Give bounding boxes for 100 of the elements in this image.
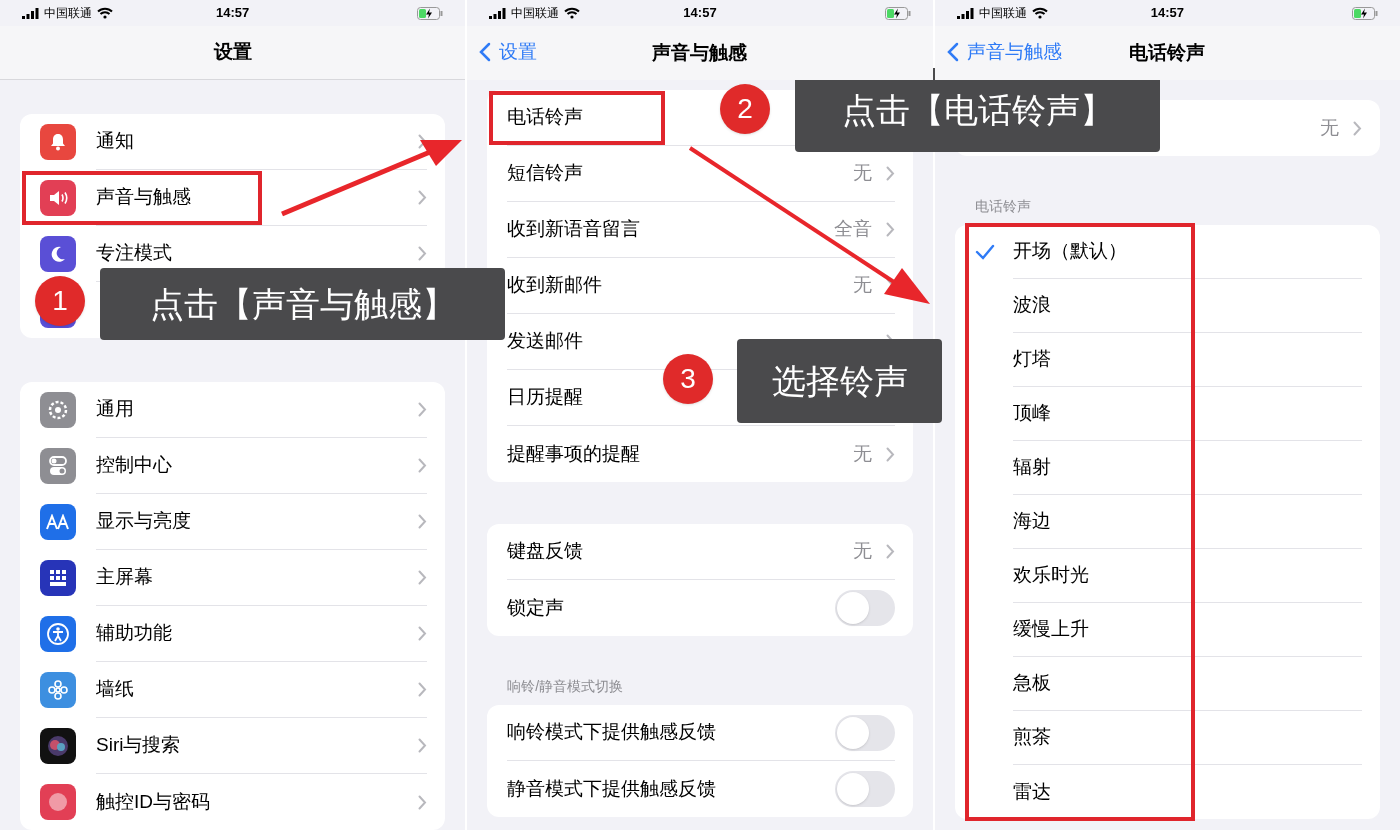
row-label: 收到新语音留言 (507, 217, 641, 242)
toggle-switch[interactable] (834, 590, 895, 626)
settings-row[interactable]: 提醒事项的提醒 无 (487, 426, 913, 482)
screen-title: 声音与触感 (652, 40, 748, 65)
settings-row[interactable]: 煎茶 (954, 711, 1380, 765)
row-label: 辅助功能 (96, 621, 172, 646)
row-value: 全音 (833, 217, 872, 242)
row-label: 声音与触感 (96, 185, 191, 210)
row-label: 控制中心 (96, 453, 172, 478)
settings-row[interactable]: 显示与亮度 (20, 494, 446, 550)
settings-row[interactable]: 辐射 (954, 441, 1380, 495)
chevron-icon (418, 246, 428, 261)
moon-icon (40, 236, 76, 272)
row-label: 短信铃声 (507, 161, 584, 186)
settings-row[interactable]: 墙纸 (20, 662, 446, 718)
row-label: Siri与搜索 (96, 733, 181, 758)
signal-icon (489, 7, 507, 19)
wifi-icon (564, 7, 581, 19)
toggles-icon (40, 448, 76, 484)
row-value: 无 (852, 539, 872, 564)
row-value: 无 (1320, 115, 1339, 140)
chevron-icon (418, 458, 428, 473)
settings-row[interactable]: 控制中心 (20, 438, 446, 494)
row-label: 辐射 (1012, 455, 1051, 480)
back-button[interactable]: 设置 (479, 38, 538, 67)
chevron-icon (1353, 120, 1362, 136)
settings-row[interactable]: 海边 (954, 495, 1380, 549)
carrier-name: 中国联通 (44, 5, 92, 22)
row-label: 顶峰 (1012, 401, 1051, 426)
row-label: 开场（默认） (1012, 239, 1127, 264)
row-label: 通用 (96, 397, 134, 422)
gear-icon (40, 392, 76, 428)
settings-row[interactable]: 收到新语音留言 全音 (487, 202, 913, 258)
row-label: 锁定声 (507, 595, 565, 620)
app-grid-icon (40, 560, 76, 596)
settings-row[interactable]: Siri与搜索 (20, 718, 446, 774)
row-label: 收到新邮件 (507, 273, 603, 298)
chevron-icon (885, 166, 895, 181)
settings-row[interactable]: 顶峰 (954, 387, 1380, 441)
wifi-icon (97, 7, 113, 19)
row-label: 主屏幕 (96, 565, 153, 590)
section-header: 电话铃声 (973, 197, 1032, 216)
settings-row[interactable]: 声音与触感 (20, 170, 446, 226)
row-label: 墙纸 (96, 677, 134, 702)
flower-icon (40, 672, 76, 708)
battery-icon (417, 6, 444, 20)
row-label: 键盘反馈 (507, 539, 584, 564)
settings-row[interactable]: 雷达 (954, 765, 1380, 819)
orb-icon (40, 728, 76, 764)
settings-row[interactable]: 锁定声 (487, 580, 913, 636)
row-value: 无 (852, 273, 872, 298)
back-button[interactable]: 声音与触感 (946, 38, 1062, 67)
settings-row[interactable]: 欢乐时光 (954, 549, 1380, 603)
row-value: 无 (852, 161, 872, 186)
accessibility-icon (40, 616, 76, 652)
toggle-switch[interactable] (834, 714, 895, 751)
chevron-icon (418, 626, 428, 641)
instruction-tooltip: 选择铃声 (737, 339, 942, 423)
settings-row[interactable]: 缓慢上升 (954, 603, 1380, 657)
status-time: 14:57 (1149, 4, 1185, 23)
carrier-name: 中国联通 (511, 5, 560, 22)
chevron-icon (418, 190, 428, 205)
back-chevron-icon (946, 42, 959, 63)
fingerprint-icon (40, 784, 76, 820)
settings-row[interactable]: 波浪 (954, 279, 1380, 333)
toggle-switch[interactable] (834, 771, 895, 807)
row-label: 响铃模式下提供触感反馈 (507, 720, 717, 745)
row-label: 欢乐时光 (1012, 563, 1089, 588)
settings-row[interactable]: 主屏幕 (20, 550, 446, 606)
bell-icon (40, 124, 76, 160)
chevron-icon (418, 402, 428, 417)
settings-row[interactable]: 键盘反馈 无 (487, 524, 913, 580)
settings-row[interactable]: 触控ID与密码 (20, 774, 446, 830)
screen-title: 电话铃声 (1129, 40, 1206, 65)
settings-row[interactable]: 通用 (20, 382, 446, 438)
settings-row[interactable]: 通知 (20, 114, 446, 170)
settings-row[interactable]: 静音模式下提供触感反馈 (487, 761, 913, 817)
row-label: 急板 (1012, 671, 1051, 696)
chevron-icon (418, 570, 428, 585)
settings-row[interactable]: 灯塔 (954, 333, 1380, 387)
row-label: 海边 (1012, 509, 1051, 534)
settings-row[interactable]: 辅助功能 (20, 606, 446, 662)
text-size-icon (40, 504, 76, 540)
speaker-icon (40, 180, 76, 216)
row-label: 缓慢上升 (1012, 617, 1089, 642)
row-label: 雷达 (1012, 779, 1051, 804)
row-label: 提醒事项的提醒 (507, 441, 641, 466)
settings-row[interactable]: 开场（默认） (954, 225, 1380, 279)
instruction-tooltip: 点击【声音与触感】 (100, 268, 505, 340)
row-label: 发送邮件 (507, 329, 584, 354)
chevron-icon (418, 794, 428, 810)
wifi-icon (1031, 7, 1048, 19)
status-time: 14:57 (215, 4, 251, 23)
settings-row[interactable]: 急板 (954, 657, 1380, 711)
row-label: 专注模式 (96, 241, 172, 266)
settings-row[interactable]: 响铃模式下提供触感反馈 (487, 705, 913, 761)
screen-title: 设置 (213, 40, 252, 65)
row-label: 波浪 (1012, 293, 1051, 318)
chevron-icon (885, 446, 895, 462)
carrier-name: 中国联通 (978, 5, 1027, 22)
